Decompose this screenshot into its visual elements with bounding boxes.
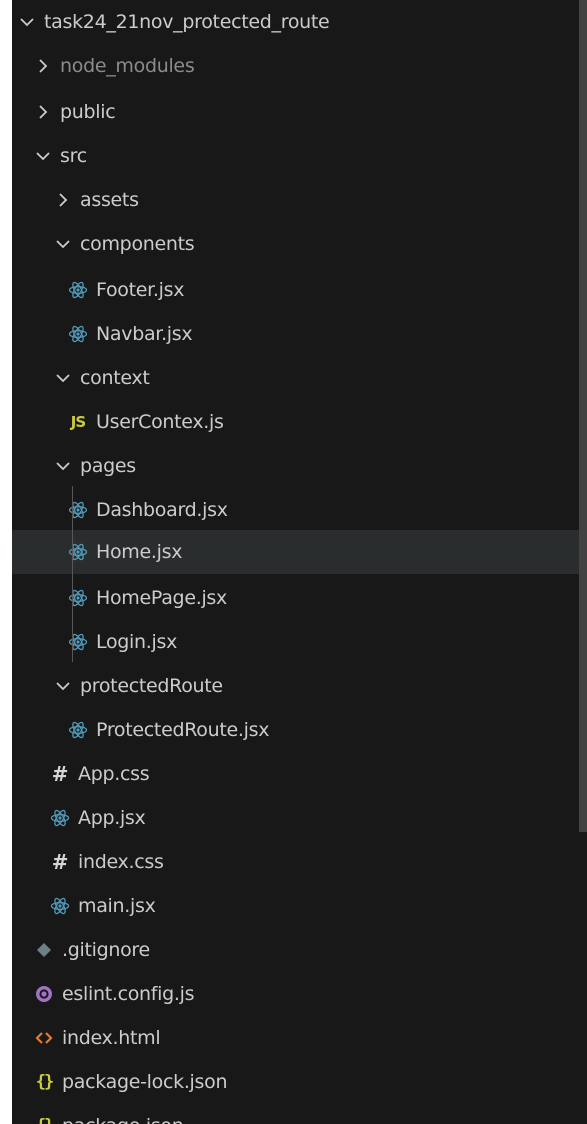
css-hash-icon: # [51,762,69,786]
chevron-down-icon [34,147,52,165]
react-icon [68,280,88,300]
tree-item-label: public [60,101,116,123]
tree-item-protectedroute-jsx[interactable]: ProtectedRoute.jsx [12,708,587,752]
tree-item-label: pages [80,455,136,477]
tree-item-label: ProtectedRoute.jsx [96,719,270,741]
chevron-right-icon [54,191,72,209]
tree-item-label: components [80,233,195,255]
tree-item-navbar-jsx[interactable]: Navbar.jsx [12,312,587,356]
tree-item-label: index.css [78,851,164,873]
chevron-down-icon [18,13,36,31]
tree-item-label: HomePage.jsx [96,587,227,609]
json-icon: {} [35,1072,55,1092]
tree-item-protectedroute-folder[interactable]: protectedRoute [12,664,587,708]
tree-item-components[interactable]: components [12,222,587,266]
vertical-scrollbar[interactable] [579,0,587,832]
tree-item-assets[interactable]: assets [12,178,587,222]
tree-item-label: package-lock.json [62,1071,228,1093]
tree-item-src[interactable]: src [12,134,587,178]
react-icon [68,324,88,344]
eslint-icon [34,984,54,1004]
chevron-right-icon [34,57,52,75]
react-icon [68,542,88,562]
json-icon: {} [34,1116,55,1124]
tree-item-footer-jsx[interactable]: Footer.jsx [12,268,587,312]
tree-item-label: index.html [62,1027,161,1049]
tree-item-gitignore[interactable]: .gitignore [12,928,587,972]
tree-item-root-folder[interactable]: task24_21nov_protected_route [12,0,587,44]
tree-item-context[interactable]: context [12,356,587,400]
tree-item-login-jsx[interactable]: Login.jsx [12,620,587,664]
tree-item-main-jsx[interactable]: main.jsx [12,884,587,928]
react-icon [50,808,70,828]
tree-item-label: node_modules [60,55,195,77]
tree-item-app-jsx[interactable]: App.jsx [12,796,587,840]
tree-item-label: Home.jsx [96,541,183,563]
tree-item-label: UserContex.js [96,411,224,433]
tree-item-eslint-config[interactable]: eslint.config.js [12,972,587,1016]
tree-item-label: App.jsx [78,807,146,829]
git-icon [34,940,54,960]
tree-item-label: assets [80,189,139,211]
react-icon [68,720,88,740]
tree-item-label: main.jsx [78,895,156,917]
tree-item-label: package.json [62,1104,184,1124]
file-explorer: task24_21nov_protected_route node_module… [0,0,587,1124]
css-hash-icon: # [51,850,69,874]
tree-item-home-jsx[interactable]: Home.jsx [12,530,587,574]
tree-item-index-css[interactable]: # index.css [12,840,587,884]
tree-item-dashboard-jsx[interactable]: Dashboard.jsx [12,488,587,532]
tree-item-usercontex-js[interactable]: JS UserContex.js [12,400,587,444]
tree-item-label: src [60,145,87,167]
chevron-right-icon [34,103,52,121]
tree-item-label: Navbar.jsx [96,323,193,345]
tree-item-homepage-jsx[interactable]: HomePage.jsx [12,576,587,620]
chevron-down-icon [54,235,72,253]
tree-item-label: Dashboard.jsx [96,499,228,521]
tree-item-label: context [80,367,150,389]
tree-item-label: task24_21nov_protected_route [44,11,330,33]
tree-item-app-css[interactable]: # App.css [12,752,587,796]
chevron-down-icon [54,677,72,695]
tree-item-public[interactable]: public [12,90,587,134]
tree-item-index-html[interactable]: index.html [12,1016,587,1060]
tree-item-label: .gitignore [62,939,150,961]
tree-item-label: App.css [78,763,150,785]
react-icon [50,896,70,916]
tree-item-label: protectedRoute [80,675,223,697]
javascript-icon: JS [70,413,86,431]
tree-item-label: Login.jsx [96,631,178,653]
react-icon [68,500,88,520]
left-gutter [0,0,12,1124]
react-icon [68,632,88,652]
tree-item-package-lock-json[interactable]: {} package-lock.json [12,1060,587,1104]
tree-item-label: Footer.jsx [96,279,185,301]
tree-item-package-json[interactable]: {} package.json [12,1104,587,1124]
file-tree: task24_21nov_protected_route node_module… [12,0,587,1124]
tree-item-pages[interactable]: pages [12,444,587,488]
html-icon [34,1028,54,1048]
indent-guide [72,486,73,662]
tree-item-node-modules[interactable]: node_modules [12,44,587,88]
tree-item-label: eslint.config.js [62,983,195,1005]
react-icon [68,588,88,608]
chevron-down-icon [54,457,72,475]
chevron-down-icon [54,369,72,387]
